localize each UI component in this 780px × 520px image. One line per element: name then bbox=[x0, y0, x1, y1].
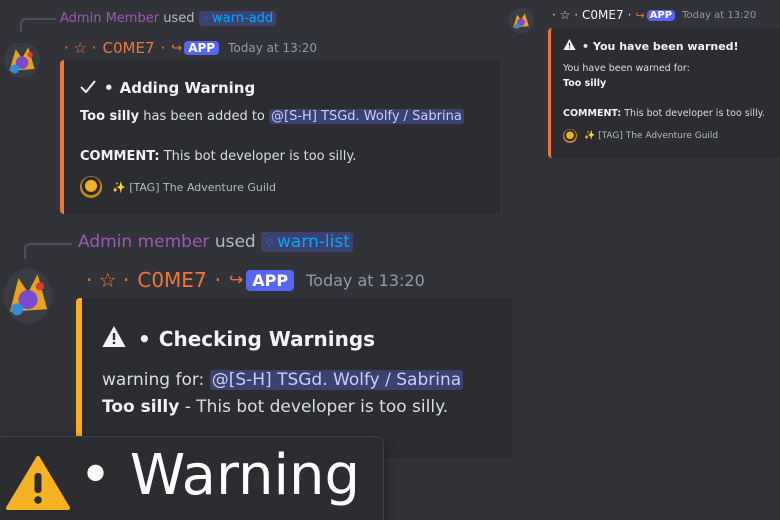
bot-name[interactable]: C0ME7 bbox=[582, 8, 624, 22]
warning-triangle-icon bbox=[102, 326, 126, 352]
warning-toast: • Warning bbox=[0, 436, 384, 520]
title-bullet: • bbox=[138, 327, 151, 351]
reply-used: used bbox=[214, 232, 256, 252]
reply-context[interactable]: Admin Member used ⁘ warn-add bbox=[60, 11, 277, 26]
guild-icon bbox=[80, 176, 102, 198]
name-decoration: · ☆ · bbox=[64, 39, 97, 57]
reply-context[interactable]: Admin member used ⁘ warn-list bbox=[78, 232, 353, 252]
timestamp: Today at 13:20 bbox=[682, 9, 757, 21]
message-header: · ☆ · C0ME7 · ↪ APP Today at 13:20 bbox=[64, 38, 317, 58]
reply-connector bbox=[20, 18, 56, 32]
embed-footer: ✨ [TAG] The Adventure Guild bbox=[112, 180, 276, 194]
hook-icon: ↪ bbox=[229, 270, 244, 290]
timestamp: Today at 13:20 bbox=[306, 270, 425, 290]
message-header-dm: · ☆ · C0ME7 · ↪ APP Today at 13:20 bbox=[552, 6, 756, 24]
name-decoration: · ☆ · bbox=[552, 8, 579, 22]
name-separator: · bbox=[627, 8, 632, 22]
added-text: has been added to bbox=[143, 109, 265, 124]
title-bullet: • bbox=[582, 39, 590, 53]
bot-avatar-dm[interactable] bbox=[508, 8, 534, 34]
checkmark-icon bbox=[80, 79, 96, 97]
warning-for-label: warning for: bbox=[102, 370, 205, 390]
guild-icon bbox=[563, 129, 577, 143]
warned-for-label: You have been warned for: bbox=[563, 63, 690, 74]
bot-name[interactable]: C0ME7 bbox=[103, 39, 155, 57]
message-header: · ☆ · C0ME7 · ↪ APP Today at 13:20 bbox=[86, 266, 425, 294]
embed-dm-warned: • You have been warned! You have been wa… bbox=[548, 28, 780, 158]
bot-name[interactable]: C0ME7 bbox=[137, 268, 206, 292]
comment-label: COMMENT: bbox=[563, 108, 622, 119]
hook-icon: ↪ bbox=[635, 8, 645, 22]
warn-reason: Too silly bbox=[80, 109, 140, 124]
command-icon: ⁘ bbox=[201, 14, 210, 25]
app-badge: APP bbox=[646, 9, 676, 21]
warn-reason: Too silly bbox=[102, 397, 180, 417]
user-mention[interactable]: @[S-H] TSGd. Wolfy / Sabrina bbox=[209, 370, 464, 390]
embed-footer: ✨ [TAG] The Adventure Guild bbox=[584, 131, 719, 141]
embed-title: You have been warned! bbox=[593, 39, 739, 53]
toast-text: • Warning bbox=[79, 443, 361, 508]
slash-command[interactable]: ⁘ warn-add bbox=[198, 11, 277, 26]
reply-username[interactable]: Admin Member bbox=[60, 11, 159, 26]
name-separator: · bbox=[214, 268, 222, 292]
warning-icon bbox=[5, 455, 71, 515]
embed-title: Adding Warning bbox=[119, 79, 256, 97]
app-badge: APP bbox=[184, 41, 220, 55]
reply-username[interactable]: Admin member bbox=[78, 232, 209, 252]
name-separator: · bbox=[160, 39, 166, 57]
reply-used: used bbox=[163, 11, 195, 26]
embed-adding-warning: • Adding Warning Too silly has been adde… bbox=[60, 60, 500, 214]
title-bullet: • bbox=[104, 79, 114, 97]
warning-triangle-icon bbox=[563, 39, 576, 53]
comment-label: COMMENT: bbox=[80, 149, 160, 164]
app-badge: APP bbox=[246, 269, 295, 291]
reply-connector bbox=[24, 243, 72, 259]
embed-checking-warnings: • Checking Warnings warning for: @[S-H] … bbox=[76, 298, 512, 458]
bot-avatar[interactable] bbox=[4, 268, 52, 324]
reason-text: - This bot developer is too silly. bbox=[184, 397, 449, 417]
command-icon: ⁘ bbox=[264, 236, 275, 251]
comment-text: This bot developer is too silly. bbox=[163, 149, 357, 164]
comment-text: This bot developer is too silly. bbox=[624, 108, 765, 119]
slash-command[interactable]: ⁘ warn-list bbox=[261, 232, 353, 252]
timestamp: Today at 13:20 bbox=[228, 41, 318, 55]
name-decoration: · ☆ · bbox=[86, 268, 130, 292]
bot-avatar[interactable] bbox=[4, 42, 40, 78]
hook-icon: ↪ bbox=[171, 40, 183, 56]
embed-title: Checking Warnings bbox=[158, 327, 376, 351]
user-mention[interactable]: @[S-H] TSGd. Wolfy / Sabrina bbox=[269, 109, 464, 124]
warn-reason: Too silly bbox=[563, 78, 607, 89]
